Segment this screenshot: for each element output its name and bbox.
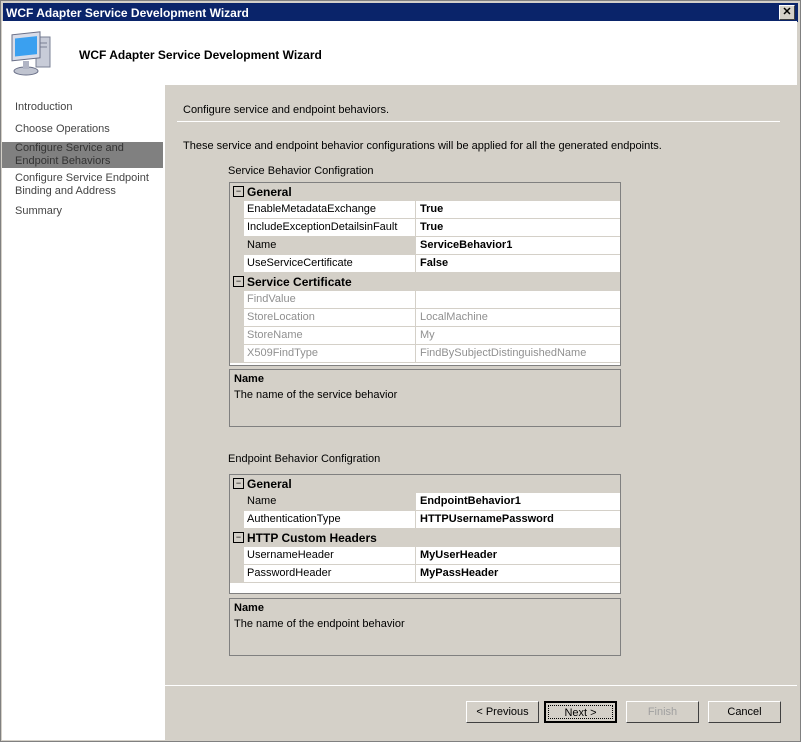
wizard-header: WCF Adapter Service Development Wizard (2, 21, 797, 85)
sidebar-item-summary[interactable]: Summary (2, 205, 163, 218)
collapse-icon[interactable]: − (233, 478, 244, 489)
property-name: Name (244, 493, 416, 510)
category-label: General (247, 185, 292, 199)
endpoint-help-panel: Name The name of the endpoint behavior (229, 598, 621, 656)
sidebar-item-configure-binding[interactable]: Configure Service Endpoint Binding and A… (2, 172, 163, 198)
property-name: AuthenticationType (244, 511, 416, 528)
property-row[interactable]: UsernameHeader MyUserHeader (230, 547, 620, 565)
next-button-label: Next > (564, 707, 597, 719)
property-row-selected[interactable]: Name ServiceBehavior1 (230, 237, 620, 255)
sidebar-item-introduction[interactable]: Introduction (2, 101, 163, 114)
finish-button[interactable]: Finish (626, 701, 699, 723)
sidebar-item-configure-behaviors[interactable]: Configure Service and Endpoint Behaviors (2, 142, 163, 168)
property-name: IncludeExceptionDetailsinFault (244, 219, 416, 236)
collapse-icon[interactable]: − (233, 276, 244, 287)
endpoint-behavior-label: Endpoint Behavior Configration (228, 453, 381, 465)
title-bar: WCF Adapter Service Development Wizard ✕ (3, 3, 798, 22)
property-name: FindValue (244, 291, 416, 308)
collapse-icon[interactable]: − (233, 186, 244, 197)
property-name: Name (244, 237, 416, 254)
category-http-custom-headers[interactable]: − HTTP Custom Headers (230, 529, 620, 547)
property-name: PasswordHeader (244, 565, 416, 582)
close-icon: ✕ (782, 6, 792, 18)
property-value[interactable]: False (417, 255, 448, 272)
property-value[interactable]: ServiceBehavior1 (417, 237, 512, 254)
help-description: The name of the endpoint behavior (234, 618, 405, 630)
property-row[interactable]: StoreLocation LocalMachine (230, 309, 620, 327)
property-value[interactable]: MyPassHeader (417, 565, 498, 582)
step-description: These service and endpoint behavior conf… (183, 140, 662, 152)
help-description: The name of the service behavior (234, 389, 398, 401)
service-help-panel: Name The name of the service behavior (229, 369, 621, 427)
service-behavior-label: Service Behavior Configration (228, 165, 374, 177)
sidebar-item-choose-operations[interactable]: Choose Operations (2, 123, 163, 136)
close-button[interactable]: ✕ (779, 5, 795, 20)
step-title: Configure service and endpoint behaviors… (183, 104, 390, 116)
endpoint-behavior-property-grid[interactable]: − General Name EndpointBehavior1 Authenti… (229, 474, 621, 594)
property-value[interactable]: MyUserHeader (417, 547, 497, 564)
collapse-icon[interactable]: − (233, 532, 244, 543)
property-row[interactable]: EnableMetadataExchange True (230, 201, 620, 219)
property-row-selected[interactable]: Name EndpointBehavior1 (230, 493, 620, 511)
property-name: UseServiceCertificate (244, 255, 416, 272)
property-value[interactable]: My (417, 327, 435, 344)
property-row[interactable]: UseServiceCertificate False (230, 255, 620, 273)
computer-icon (11, 31, 51, 76)
property-name: UsernameHeader (244, 547, 416, 564)
property-value[interactable]: FindBySubjectDistinguishedName (417, 345, 586, 362)
property-row[interactable]: PasswordHeader MyPassHeader (230, 565, 620, 583)
property-row[interactable]: AuthenticationType HTTPUsernamePassword (230, 511, 620, 529)
category-label: HTTP Custom Headers (247, 531, 377, 545)
property-name: EnableMetadataExchange (244, 201, 416, 218)
category-label: Service Certificate (247, 275, 352, 289)
property-value[interactable] (417, 291, 420, 308)
property-value[interactable]: True (417, 219, 443, 236)
help-title: Name (234, 373, 264, 385)
divider (177, 121, 780, 122)
property-name: StoreName (244, 327, 416, 344)
property-value[interactable]: True (417, 201, 443, 218)
category-general[interactable]: − General (230, 183, 620, 201)
wizard-steps-sidebar: Introduction Choose Operations Configure… (2, 85, 165, 740)
property-value[interactable]: LocalMachine (417, 309, 488, 326)
property-row[interactable]: StoreName My (230, 327, 620, 345)
property-row[interactable]: X509FindType FindBySubjectDistinguishedNa… (230, 345, 620, 363)
property-row[interactable]: IncludeExceptionDetailsinFault True (230, 219, 620, 237)
category-service-certificate[interactable]: − Service Certificate (230, 273, 620, 291)
next-button[interactable]: Next > (544, 701, 617, 723)
wizard-content: Configure service and endpoint behaviors… (165, 85, 797, 685)
property-name: StoreLocation (244, 309, 416, 326)
property-value[interactable]: HTTPUsernamePassword (417, 511, 554, 528)
header-title: WCF Adapter Service Development Wizard (79, 48, 322, 62)
property-row[interactable]: FindValue (230, 291, 620, 309)
property-name: X509FindType (244, 345, 416, 362)
cancel-button[interactable]: Cancel (708, 701, 781, 723)
previous-button[interactable]: < Previous (466, 701, 539, 723)
help-title: Name (234, 602, 264, 614)
window-title: WCF Adapter Service Development Wizard (6, 6, 249, 20)
footer-divider (165, 685, 797, 686)
category-general[interactable]: − General (230, 475, 620, 493)
property-value[interactable]: EndpointBehavior1 (417, 493, 521, 510)
service-behavior-property-grid[interactable]: − General EnableMetadataExchange True Inc… (229, 182, 621, 366)
category-label: General (247, 477, 292, 491)
